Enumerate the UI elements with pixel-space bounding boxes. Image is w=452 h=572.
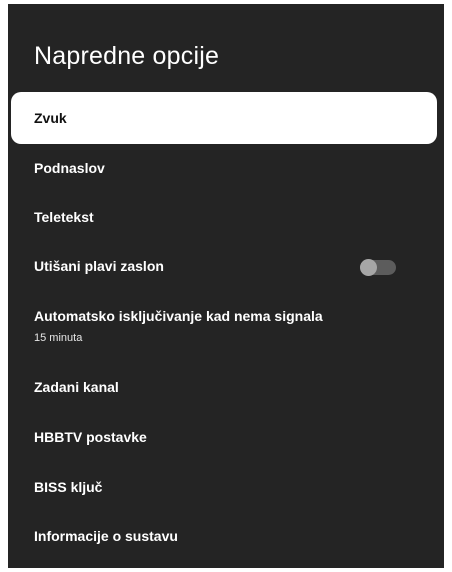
menu-item-hbbtv-postavke[interactable]: HBBTV postavke: [34, 428, 414, 446]
menu-item-utisani-plavi-zaslon[interactable]: Utišani plavi zaslon: [34, 257, 414, 275]
menu-item-label: Zvuk: [34, 110, 67, 126]
menu-item-label: Informacije o sustavu: [34, 528, 178, 544]
menu-item-label: Utišani plavi zaslon: [34, 258, 164, 274]
menu-item-label: BISS ključ: [34, 479, 103, 495]
menu-item-zadani-kanal[interactable]: Zadani kanal: [34, 378, 414, 396]
menu-item-automatsko-iskljucivanje[interactable]: Automatsko isključivanje kad nema signal…: [34, 307, 414, 345]
toggle-knob: [360, 259, 377, 276]
menu-item-label: Zadani kanal: [34, 379, 119, 395]
menu-item-biss-kljuc[interactable]: BISS ključ: [34, 478, 414, 496]
menu-item-label: Podnaslov: [34, 160, 105, 176]
menu-item-zvuk[interactable]: Zvuk: [11, 92, 437, 144]
menu-item-informacije-o-sustavu[interactable]: Informacije o sustavu: [34, 527, 414, 545]
menu-item-label: Automatsko isključivanje kad nema signal…: [34, 308, 323, 324]
menu-item-label: HBBTV postavke: [34, 429, 147, 445]
menu-item-teletekst[interactable]: Teletekst: [34, 208, 414, 226]
settings-panel: Napredne opcije Zvuk Podnaslov Teletekst…: [8, 4, 444, 568]
blue-mute-toggle[interactable]: [360, 259, 396, 276]
menu-item-label: Teletekst: [34, 209, 94, 225]
menu-item-podnaslov[interactable]: Podnaslov: [34, 159, 414, 177]
menu-item-value: 15 minuta: [34, 332, 83, 344]
settings-menu: Zvuk Podnaslov Teletekst Utišani plavi z…: [8, 4, 444, 568]
